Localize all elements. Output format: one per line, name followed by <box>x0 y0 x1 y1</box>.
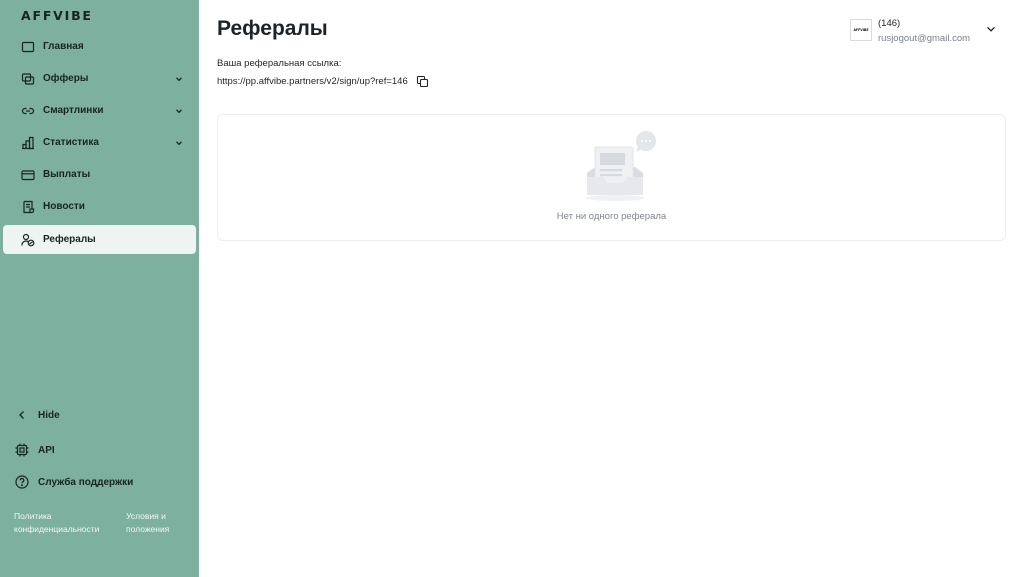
sidebar-item-statistics[interactable]: Статистика <box>3 128 196 157</box>
chevron-down-icon[interactable] <box>986 24 996 34</box>
copy-icon[interactable] <box>416 75 429 88</box>
sidebar-item-label: Статистика <box>43 137 99 148</box>
page-title: Рефералы <box>217 17 328 40</box>
chevron-down-icon[interactable] <box>175 107 183 115</box>
referral-link[interactable]: https://pp.affvibe.partners/v2/sign/up?r… <box>217 76 408 87</box>
home-icon <box>21 40 35 54</box>
account-menu[interactable]: AFFVIBE (146) rusjogout@gmail.com <box>850 16 1010 46</box>
empty-inbox-icon <box>585 131 656 201</box>
sidebar-item-smartlinks[interactable]: Смартлинки <box>3 96 196 125</box>
chevron-down-icon[interactable] <box>175 75 183 83</box>
news-icon <box>21 200 35 214</box>
hide-label: Hide <box>38 409 60 421</box>
referrals-icon <box>21 233 35 247</box>
sidebar-item-label: Рефералы <box>43 234 96 245</box>
sidebar-item-payouts[interactable]: Выплаты <box>3 160 196 189</box>
privacy-line-1: Политика <box>14 511 52 521</box>
chevron-left-icon <box>15 408 29 422</box>
privacy-line-2: конфиденциальности <box>14 524 100 534</box>
chevron-down-icon[interactable] <box>175 139 183 147</box>
terms-link[interactable]: Условия и положения <box>126 510 169 536</box>
offers-icon <box>21 72 35 86</box>
referral-link-label: Ваша реферальная ссылка: <box>217 58 342 69</box>
support-label: Служба поддержки <box>38 476 134 488</box>
privacy-policy-link[interactable]: Политика конфиденциальности <box>14 510 99 536</box>
account-email: rusjogout@gmail.com <box>878 33 971 44</box>
sidebar-item-label: Офферы <box>43 73 89 84</box>
sidebar: AFFVIBE Главная Офферы Смартлинки Статис… <box>0 0 199 577</box>
account-id: (146) <box>878 18 901 29</box>
support-link[interactable]: Служба поддержки <box>15 473 133 491</box>
terms-line-1: Условия и <box>126 511 166 521</box>
help-icon <box>15 475 29 489</box>
referrals-empty-state: Нет ни одного реферала <box>217 114 1006 241</box>
chart-icon <box>21 136 35 150</box>
sidebar-item-label: Выплаты <box>43 169 91 180</box>
sidebar-item-label: Новости <box>43 201 85 212</box>
sidebar-item-news[interactable]: Новости <box>3 192 196 221</box>
sidebar-item-referrals[interactable]: Рефералы <box>3 225 196 254</box>
link-icon <box>21 104 35 118</box>
referral-link-row: https://pp.affvibe.partners/v2/sign/up?r… <box>217 75 429 88</box>
sidebar-item-home[interactable]: Главная <box>3 32 196 61</box>
sidebar-item-label: Главная <box>43 41 84 52</box>
card-icon <box>21 168 35 182</box>
api-link[interactable]: API <box>15 441 55 459</box>
terms-line-2: положения <box>126 524 170 534</box>
sidebar-item-offers[interactable]: Офферы <box>3 64 196 93</box>
empty-state-message: Нет ни одного реферала <box>556 211 667 222</box>
brand-logo[interactable]: AFFVIBE <box>21 8 93 23</box>
sidebar-item-label: Смартлинки <box>43 105 104 116</box>
account-avatar: AFFVIBE <box>850 19 872 41</box>
chip-icon <box>15 443 29 457</box>
api-label: API <box>38 444 55 456</box>
hide-sidebar-button[interactable]: Hide <box>15 406 60 424</box>
